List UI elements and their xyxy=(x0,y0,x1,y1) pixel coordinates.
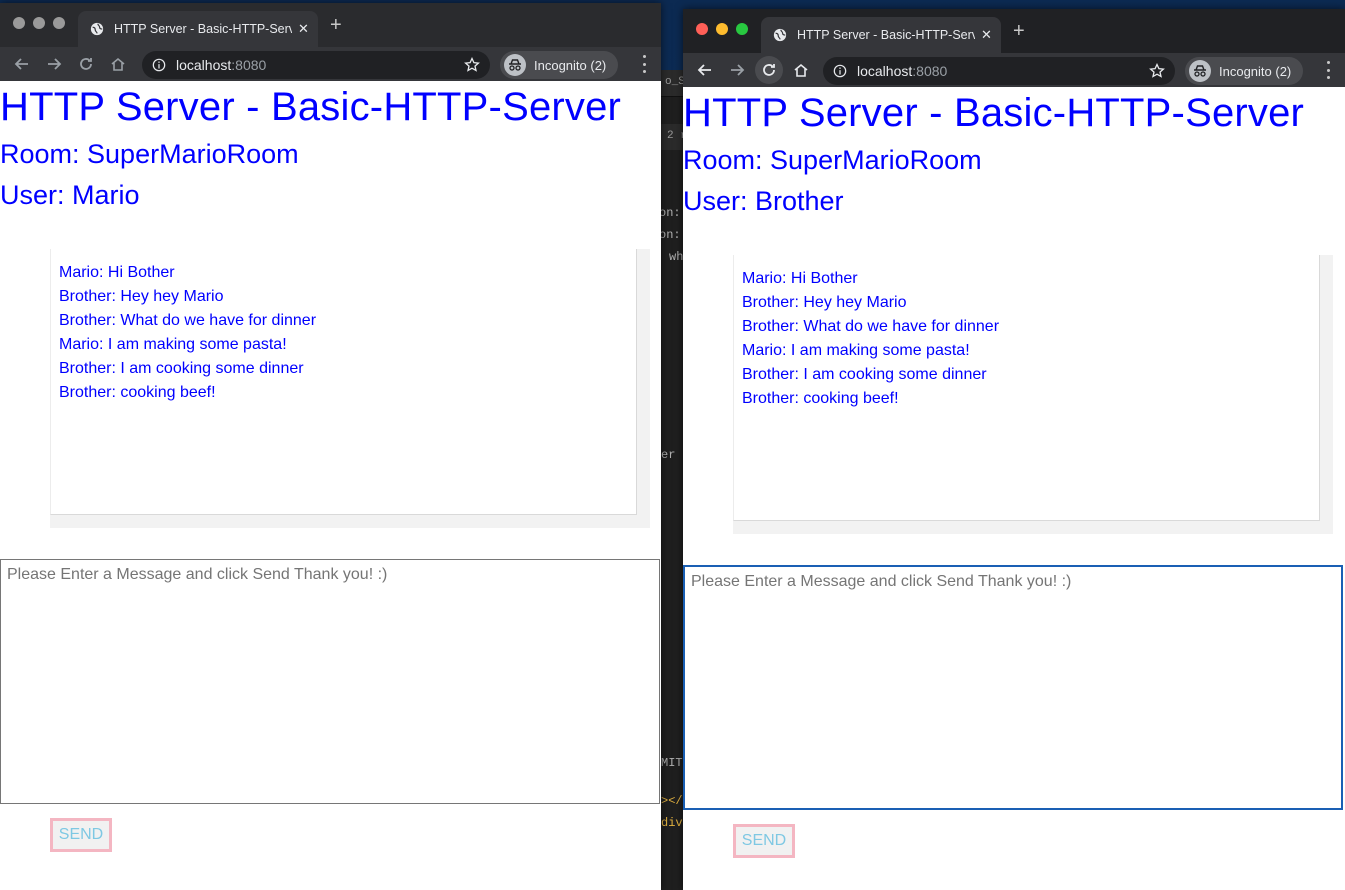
browser-menu-icon[interactable] xyxy=(643,55,647,73)
address-bar[interactable]: localhost:8080 xyxy=(142,51,490,79)
user-heading: User: Brother xyxy=(683,186,844,216)
message-item: Brother: cooking beef! xyxy=(59,384,216,401)
message-item: Brother: What do we have for dinner xyxy=(59,312,317,329)
message-list: Mario: Hi Bother Brother: Hey hey Mario … xyxy=(742,267,999,411)
editor-code-line: on: xyxy=(659,206,681,220)
editor-tab-fragment: o_S xyxy=(665,76,685,88)
globe-icon xyxy=(773,28,787,42)
tab-title: HTTP Server - Basic-HTTP-Server xyxy=(114,22,292,36)
close-window-button[interactable] xyxy=(13,17,25,29)
editor-code-line: MIT xyxy=(661,756,683,770)
editor-code-line: div xyxy=(661,816,683,830)
incognito-label: Incognito (2) xyxy=(534,57,607,73)
close-window-button[interactable] xyxy=(696,23,708,35)
address-bar[interactable]: localhost:8080 xyxy=(823,57,1175,85)
incognito-icon xyxy=(504,54,526,76)
home-icon[interactable] xyxy=(785,54,817,86)
browser-window-brother: HTTP Server - Basic-HTTP-Server ✕ + loca… xyxy=(683,9,1345,890)
message-item: Brother: cooking beef! xyxy=(742,390,899,407)
page-title: HTTP Server - Basic-HTTP-Server xyxy=(683,91,1305,135)
message-item: Brother: I am cooking some dinner xyxy=(742,366,987,383)
message-item: Mario: Hi Bother xyxy=(742,270,858,287)
chat-messages-box[interactable]: Mario: Hi Bother Brother: Hey hey Mario … xyxy=(733,255,1320,521)
minimize-window-button[interactable] xyxy=(33,17,45,29)
info-icon[interactable] xyxy=(833,64,847,78)
incognito-badge[interactable]: Incognito (2) xyxy=(1185,57,1304,85)
window-controls xyxy=(696,23,748,35)
editor-code-line: er xyxy=(661,448,676,462)
page-title: HTTP Server - Basic-HTTP-Server xyxy=(0,85,622,129)
globe-icon xyxy=(90,22,104,36)
new-tab-icon[interactable]: + xyxy=(1013,20,1025,43)
close-tab-icon[interactable]: ✕ xyxy=(981,27,992,43)
send-button[interactable]: SEND xyxy=(733,824,795,858)
browser-tab[interactable]: HTTP Server - Basic-HTTP-Server ✕ xyxy=(78,11,318,47)
message-item: Mario: I am making some pasta! xyxy=(59,336,287,353)
address-port: :8080 xyxy=(231,57,267,73)
editor-code-line: on: xyxy=(659,228,681,242)
back-icon[interactable] xyxy=(689,54,721,86)
minimize-window-button[interactable] xyxy=(716,23,728,35)
close-tab-icon[interactable]: ✕ xyxy=(298,21,309,37)
message-item: Brother: Hey hey Mario xyxy=(59,288,224,305)
forward-icon[interactable] xyxy=(38,48,70,80)
message-input[interactable] xyxy=(0,559,660,804)
editor-code-line: wh xyxy=(669,250,684,264)
window-controls xyxy=(13,17,65,29)
message-item: Brother: Hey hey Mario xyxy=(742,294,907,311)
home-icon[interactable] xyxy=(102,48,134,80)
message-input[interactable] xyxy=(683,565,1343,810)
new-tab-icon[interactable]: + xyxy=(330,14,342,37)
browser-window-mario: HTTP Server - Basic-HTTP-Server ✕ + loca… xyxy=(0,3,661,890)
page-content: HTTP Server - Basic-HTTP-Server Room: Su… xyxy=(683,87,1345,890)
tab-bar: HTTP Server - Basic-HTTP-Server ✕ + xyxy=(683,9,1345,53)
message-item: Brother: What do we have for dinner xyxy=(742,318,1000,335)
message-item: Brother: I am cooking some dinner xyxy=(59,360,304,377)
tab-bar: HTTP Server - Basic-HTTP-Server ✕ + xyxy=(0,3,661,47)
bookmark-star-icon[interactable] xyxy=(1149,63,1165,79)
browser-toolbar: localhost:8080 Incognito (2) xyxy=(0,47,661,81)
bookmark-star-icon[interactable] xyxy=(464,57,480,73)
room-heading: Room: SuperMarioRoom xyxy=(0,139,299,169)
forward-icon[interactable] xyxy=(721,54,753,86)
zoom-window-button[interactable] xyxy=(736,23,748,35)
address-host: localhost xyxy=(857,63,913,79)
address-port: :8080 xyxy=(912,63,948,79)
editor-code-line: ></ xyxy=(661,794,683,808)
browser-tab[interactable]: HTTP Server - Basic-HTTP-Server ✕ xyxy=(761,17,1001,53)
zoom-window-button[interactable] xyxy=(53,17,65,29)
incognito-icon xyxy=(1189,60,1211,82)
reload-icon[interactable] xyxy=(70,48,102,80)
message-item: Mario: I am making some pasta! xyxy=(742,342,970,359)
tab-title: HTTP Server - Basic-HTTP-Server xyxy=(797,28,975,42)
incognito-badge[interactable]: Incognito (2) xyxy=(500,51,619,79)
reload-icon[interactable] xyxy=(755,56,783,84)
page-content: HTTP Server - Basic-HTTP-Server Room: Su… xyxy=(0,81,661,890)
room-heading: Room: SuperMarioRoom xyxy=(683,145,982,175)
message-item: Mario: Hi Bother xyxy=(59,264,175,281)
chat-messages-box[interactable]: Mario: Hi Bother Brother: Hey hey Mario … xyxy=(50,249,637,515)
back-icon[interactable] xyxy=(6,48,38,80)
message-list: Mario: Hi Bother Brother: Hey hey Mario … xyxy=(59,261,316,405)
browser-menu-icon[interactable] xyxy=(1327,61,1331,79)
send-button[interactable]: SEND xyxy=(50,818,112,852)
address-host: localhost xyxy=(176,57,232,73)
browser-toolbar: localhost:8080 Incognito (2) xyxy=(683,53,1345,87)
incognito-label: Incognito (2) xyxy=(1219,63,1292,79)
user-heading: User: Mario xyxy=(0,180,140,210)
info-icon[interactable] xyxy=(152,58,166,72)
